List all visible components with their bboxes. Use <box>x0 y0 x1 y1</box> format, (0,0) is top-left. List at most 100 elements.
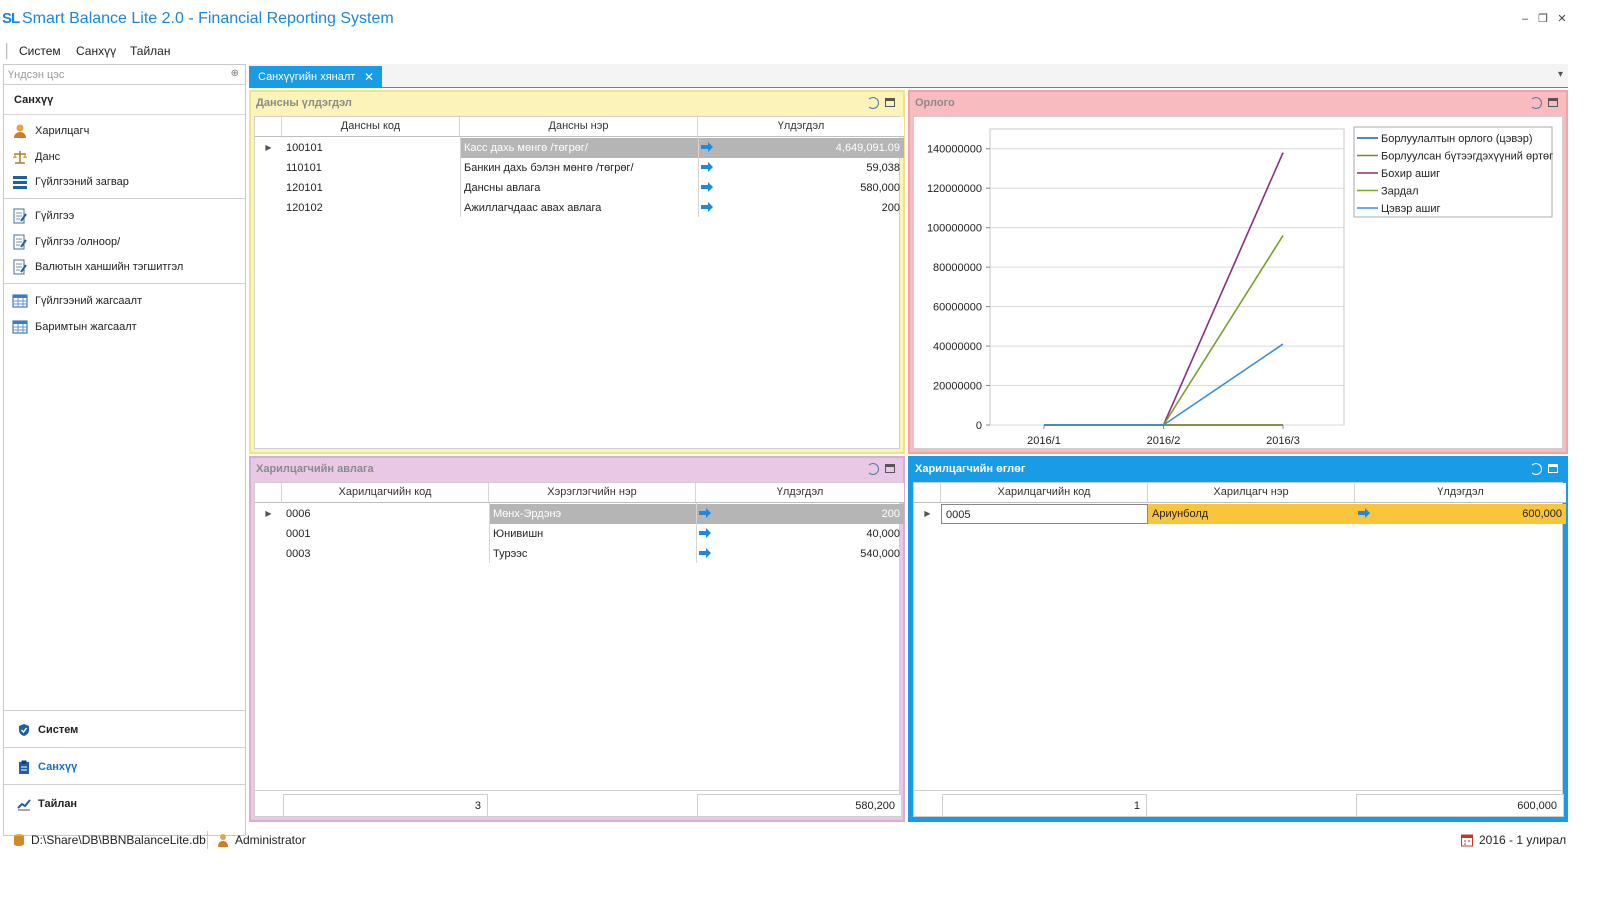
table-row[interactable]: ▶ 0006 Мөнх-Эрдэнэ 200 <box>255 504 904 524</box>
nav-header-label: Үндсэн цэс <box>8 69 65 81</box>
maximize-icon[interactable] <box>885 98 895 107</box>
column-header[interactable]: Харилцагчийн код <box>941 483 1148 503</box>
y-tick-label: 100000000 <box>927 223 982 235</box>
table-row[interactable]: ▶ 100101 Касс дахь мөнгө /төгрөг/ 4,649,… <box>255 138 904 158</box>
table-row[interactable]: 0003 Турээс 540,000 <box>255 544 900 564</box>
column-divider <box>489 503 490 563</box>
y-tick-label: 0 <box>976 420 982 432</box>
refresh-icon[interactable] <box>1530 97 1542 109</box>
refresh-icon[interactable] <box>867 463 879 475</box>
cell-code[interactable]: 120102 <box>282 198 460 218</box>
arrow-right-icon[interactable] <box>700 181 714 193</box>
menu-finance[interactable]: Санхүү <box>76 44 116 58</box>
nav-separator <box>4 283 245 284</box>
cell-value[interactable]: 200 <box>698 198 904 218</box>
column-header[interactable]: Харилцагчийн код <box>282 483 489 503</box>
tab-financial-control[interactable]: Санхүүгийн хяналт ✕ <box>249 66 382 88</box>
cell-code[interactable]: 0005 <box>941 504 1148 524</box>
income-chart-area: 0 20000000 40000000 60000000 80000000 1000000… <box>913 116 1563 449</box>
cell-value[interactable]: 200 <box>696 504 904 524</box>
column-header[interactable]: Дансны код <box>282 117 460 137</box>
menu-system[interactable]: Систем <box>19 44 61 58</box>
cell-value[interactable]: 600,000 <box>1355 504 1566 524</box>
nav-section-report[interactable]: Тайлан <box>4 784 245 821</box>
table-row[interactable]: 120101 Дансны авлага 580,000 <box>255 178 900 198</box>
menu-grip <box>6 43 8 59</box>
nav-item-transaction-list[interactable]: Гүйлгээний жагсаалт <box>12 292 240 312</box>
partner-payable-panel: Харилцагчийн өглөг Харилцагчийн код Хари… <box>908 456 1568 822</box>
column-header[interactable]: Үлдэгдэл <box>698 117 904 137</box>
cell-code[interactable]: 100101 <box>282 138 460 158</box>
database-path: D:\Share\DB\BBNBalanceLite.db <box>31 833 206 847</box>
cell-name[interactable]: Юнивишн <box>489 524 696 544</box>
x-tick-label: 2016/1 <box>1027 435 1061 447</box>
arrow-right-icon[interactable] <box>700 141 714 153</box>
cell-code[interactable]: 0003 <box>282 544 489 564</box>
panel-title: Дансны үлдэгдэл <box>256 97 352 109</box>
cell-value[interactable]: 580,000 <box>698 178 904 198</box>
cell-value[interactable]: 40,000 <box>696 524 904 544</box>
arrow-right-icon[interactable] <box>698 527 712 539</box>
maximize-icon[interactable] <box>885 464 895 473</box>
nav-section-label: Санхүү <box>38 761 78 773</box>
nav-item-document-list[interactable]: Баримтын жагсаалт <box>12 318 240 338</box>
close-button[interactable]: ✕ <box>1555 12 1569 26</box>
cell-name[interactable]: Банкин дахь бэлэн мөнгө /төгрөг/ <box>460 158 698 178</box>
cell-code[interactable]: 0006 <box>282 504 489 524</box>
cell-name[interactable]: Дансны авлага <box>460 178 698 198</box>
cell-code[interactable]: 110101 <box>282 158 460 178</box>
refresh-icon[interactable] <box>867 97 879 109</box>
partner-receivable-panel: Харилцагчийн авлага Харилцагчийн код Хэр… <box>249 456 905 822</box>
refresh-icon[interactable] <box>1530 463 1542 475</box>
period-label[interactable]: 2016 - 1 улирал <box>1479 833 1566 847</box>
column-header[interactable]: Хэрэглэгчийн нэр <box>489 483 696 503</box>
column-header[interactable]: Үлдэгдэл <box>1355 483 1566 503</box>
cell-value[interactable]: 4,649,091.09 <box>698 138 904 158</box>
app-title: Smart Balance Lite 2.0 - Financial Repor… <box>22 10 394 27</box>
table-row[interactable]: 110101 Банкин дахь бэлэн мөнгө /төгрөг/ … <box>255 158 900 178</box>
arrow-right-icon[interactable] <box>700 161 714 173</box>
nav-item-template[interactable]: Гүйлгээний загвар <box>12 173 240 193</box>
cell-value[interactable]: 540,000 <box>696 544 904 564</box>
nav-item-account[interactable]: Данс <box>12 148 240 168</box>
cell-code[interactable]: 0001 <box>282 524 489 544</box>
tab-dropdown-icon[interactable]: ▾ <box>1558 69 1563 80</box>
nav-item-transaction-bulk[interactable]: Гүйлгээ /олноор/ <box>12 233 240 253</box>
cell-name[interactable]: Касс дахь мөнгө /төгрөг/ <box>460 138 698 158</box>
column-header[interactable]: Дансны нэр <box>460 117 698 137</box>
menu-report[interactable]: Тайлан <box>130 44 170 58</box>
minimize-button[interactable]: – <box>1518 12 1532 26</box>
nav-section-system[interactable]: Систем <box>4 710 245 747</box>
panel-title: Харилцагчийн өглөг <box>915 463 1026 475</box>
table-row[interactable]: 0001 Юнивишн 40,000 <box>255 524 900 544</box>
panel-header: Дансны үлдэгдэл <box>251 92 903 114</box>
footer-divider <box>255 790 899 791</box>
column-header[interactable]: Харилцагч нэр <box>1148 483 1355 503</box>
nav-group-title: Санхүү <box>4 85 245 115</box>
maximize-icon[interactable] <box>1548 98 1558 107</box>
pin-icon[interactable]: ⊕ <box>231 68 239 79</box>
arrow-right-icon[interactable] <box>700 201 714 213</box>
cell-name[interactable]: Турээс <box>489 544 696 564</box>
user-icon <box>218 834 228 847</box>
close-icon[interactable]: ✕ <box>364 70 374 84</box>
table-row[interactable]: ▶ 0005 Ариунболд 600,000 <box>914 504 1566 524</box>
maximize-icon[interactable] <box>1548 464 1558 473</box>
nav-section-finance[interactable]: Санхүү <box>4 747 245 784</box>
cell-value[interactable]: 59,038 <box>698 158 904 178</box>
arrow-right-icon[interactable] <box>698 547 712 559</box>
restore-button[interactable]: ❐ <box>1536 12 1550 26</box>
arrow-right-icon[interactable] <box>698 507 712 519</box>
table-row[interactable]: 120102 Ажиллагчдаас авах авлага 200 <box>255 198 900 218</box>
nav-item-partner[interactable]: Харилцагч <box>12 122 240 142</box>
cell-name[interactable]: Ажиллагчдаас авах авлага <box>460 198 698 218</box>
panel-header: Орлого <box>910 92 1566 114</box>
cell-code[interactable]: 120101 <box>282 178 460 198</box>
nav-item-label: Данс <box>35 151 61 163</box>
cell-name[interactable]: Ариунболд <box>1148 504 1355 524</box>
column-header[interactable]: Үлдэгдэл <box>696 483 904 503</box>
cell-name[interactable]: Мөнх-Эрдэнэ <box>489 504 696 524</box>
nav-item-currency-revaluation[interactable]: Валютын ханшийн тэгшитгэл <box>12 258 240 278</box>
arrow-right-icon[interactable] <box>1357 507 1371 519</box>
nav-item-transaction[interactable]: Гүйлгээ <box>12 207 240 227</box>
